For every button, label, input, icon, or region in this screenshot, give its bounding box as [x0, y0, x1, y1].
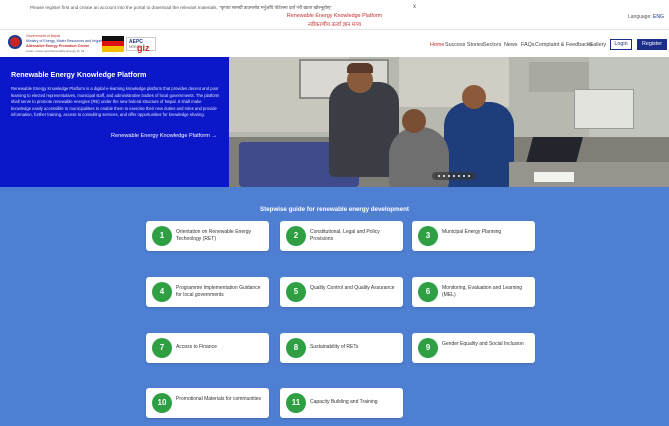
step-number: 2 — [286, 226, 306, 246]
language-label: Language: — [628, 14, 652, 20]
notice-text: Please register first and create an acco… — [30, 5, 332, 10]
step-card-3[interactable]: 3 Municipal Energy Planning — [412, 221, 535, 251]
step-label: Quality Control and Quality Assurance — [310, 285, 395, 291]
step-label: Municipal Energy Planning — [442, 229, 502, 235]
nepal-emblem-icon — [8, 35, 22, 49]
gov-logo-line1: Government of Nepal — [26, 34, 61, 38]
step-number: 4 — [152, 282, 172, 302]
step-card-8[interactable]: 8 Sustainability of RETs — [280, 333, 403, 363]
nav-news[interactable]: News — [504, 42, 517, 48]
gov-logo-line4: Clean, Green and Renewable Energy for Al… — [26, 49, 85, 53]
step-label: Promotional Materials for communities — [176, 396, 262, 402]
step-number: 11 — [286, 393, 306, 413]
step-number: 1 — [152, 226, 172, 246]
close-icon[interactable]: x — [413, 4, 416, 10]
step-card-4[interactable]: 4 Programme Implementation Guidance for … — [146, 277, 269, 307]
hero-description: Renewable Energy Knowledge Platform is a… — [11, 86, 220, 118]
notice-bar: Please register first and create an acco… — [0, 0, 669, 30]
step-card-5[interactable]: 5 Quality Control and Quality Assurance — [280, 277, 403, 307]
notice-title-np: नवीकरणीय ऊर्जा ज्ञान मञ्च — [307, 22, 362, 28]
step-number: 5 — [286, 282, 306, 302]
step-label: Access to Finance — [176, 344, 217, 350]
step-number: 9 — [418, 338, 438, 358]
login-button[interactable]: Login — [610, 39, 632, 50]
step-card-6[interactable]: 6 Monitoring, Evaluation and Learning (M… — [412, 277, 535, 307]
step-number: 7 — [152, 338, 172, 358]
step-label: Programme Implementation Guidance for lo… — [176, 285, 261, 298]
step-label: Monitoring, Evaluation and Learning (MEL… — [442, 285, 523, 298]
german-flag-icon — [102, 36, 124, 52]
carousel-indicator[interactable] — [432, 172, 476, 180]
step-number: 6 — [418, 282, 438, 302]
nav-success-stories[interactable]: Success Stories — [445, 42, 484, 48]
step-card-11[interactable]: 11 Capacity Building and Training — [280, 388, 403, 418]
step-card-10[interactable]: 10 Promotional Materials for communities — [146, 388, 269, 418]
step-number: 10 — [152, 393, 172, 413]
step-card-1[interactable]: 1 Orientation on Renewable Energy Techno… — [146, 221, 269, 251]
giz-logo: giz — [137, 43, 150, 53]
step-number: 8 — [286, 338, 306, 358]
step-label: Capacity Building and Training — [310, 399, 378, 405]
step-label: Constitutional, Legal and Policy Provisi… — [310, 229, 380, 242]
nav-complaint-feedbacks[interactable]: Complaint & Feedbacks — [535, 42, 592, 48]
register-button[interactable]: Register — [637, 39, 667, 50]
language-switch[interactable]: Language: ENG — [628, 14, 664, 20]
step-card-2[interactable]: 2 Constitutional, Legal and Policy Provi… — [280, 221, 403, 251]
step-number: 3 — [418, 226, 438, 246]
nav-sectors[interactable]: Sectors — [483, 42, 501, 48]
gov-logo-line2: Ministry of Energy, Water Resources and … — [26, 39, 107, 43]
step-label: Gender Equality and Social Inclusion — [442, 341, 524, 347]
hero-link[interactable]: Renewable Energy Knowledge Platform → — [111, 133, 217, 139]
notice-title-en: Renewable Energy Knowledge Platform — [286, 13, 383, 19]
hero-title: Renewable Energy Knowledge Platform — [11, 70, 147, 79]
stepwise-guide-title: Stepwise guide for renewable energy deve… — [260, 206, 409, 213]
gov-logo[interactable]: Government of Nepal Ministry of Energy, … — [8, 34, 106, 54]
gov-logo-line3: Alternative Energy Promotion Centre — [26, 44, 90, 48]
step-label: Orientation on Renewable Energy Technolo… — [176, 229, 252, 242]
nav-home[interactable]: Home — [430, 42, 444, 48]
step-card-7[interactable]: 7 Access to Finance — [146, 333, 269, 363]
step-label: Sustainability of RETs — [310, 344, 359, 350]
step-card-9[interactable]: 9 Gender Equality and Social Inclusion — [412, 333, 535, 363]
language-value[interactable]: ENG — [653, 14, 664, 20]
nav-gallery[interactable]: Gallery — [589, 42, 606, 48]
hero-image — [229, 57, 669, 187]
nav-faqs[interactable]: FAQs — [521, 42, 534, 48]
